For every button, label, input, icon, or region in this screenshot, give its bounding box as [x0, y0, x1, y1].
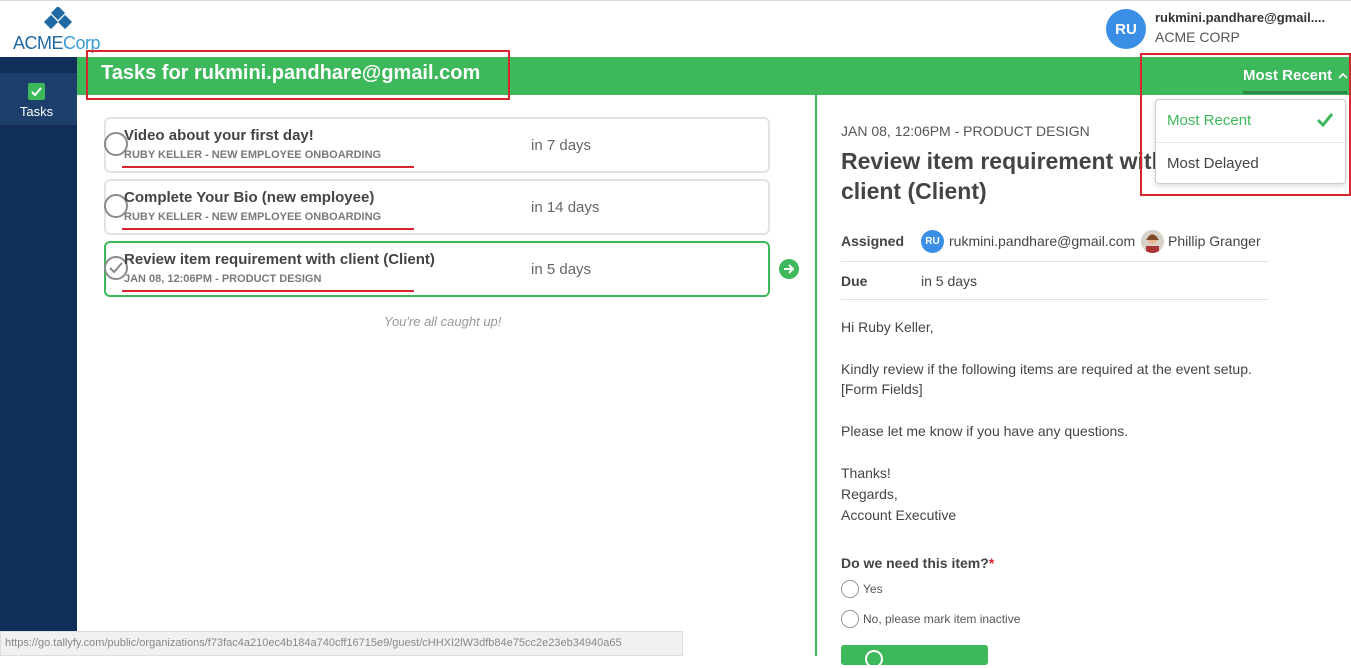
assignee-name: Phillip Granger — [1168, 233, 1261, 249]
complete-button[interactable] — [841, 645, 988, 668]
task-due: in 7 days — [531, 137, 592, 154]
person-avatar[interactable] — [1141, 230, 1164, 253]
assignee-email: rukmini.pandhare@gmail.com — [949, 233, 1136, 249]
sidebar: Tasks — [0, 57, 77, 656]
task-name: Review item requirement with client (Cli… — [124, 251, 435, 268]
task-due: in 14 days — [531, 199, 600, 216]
annotation-box-title — [86, 50, 510, 100]
task-due: in 5 days — [531, 261, 592, 278]
task-item[interactable]: Complete Your Bio (new employee) RUBY KE… — [104, 179, 770, 235]
user-menu[interactable]: RU rukmini.pandhare@gmail.... ACME CORP — [1106, 8, 1346, 52]
avatar: RU — [1106, 9, 1146, 49]
checkbox-icon — [28, 83, 45, 100]
assignee-avatar[interactable]: RU — [921, 230, 944, 253]
caught-up-message: You're all caught up! — [384, 314, 502, 329]
sidebar-item-label: Tasks — [19, 104, 54, 119]
check-icon — [109, 262, 123, 274]
divider — [841, 261, 1269, 262]
task-name: Video about your first day! — [124, 127, 314, 144]
due-label: Due — [841, 273, 868, 289]
body-line: [Form Fields] — [841, 381, 923, 397]
radio-yes[interactable] — [841, 580, 859, 598]
radio-no[interactable] — [841, 610, 859, 628]
task-item-selected[interactable]: Review item requirement with client (Cli… — [104, 241, 770, 297]
required-marker: * — [988, 555, 995, 571]
divider — [841, 299, 1269, 300]
circle-icon — [865, 650, 883, 668]
annotation-underline — [122, 166, 414, 168]
body-line: Kindly review if the following items are… — [841, 361, 1252, 377]
body-line: Thanks! — [841, 465, 891, 481]
top-header: ACMECorp RU rukmini.pandhare@gmail.... A… — [0, 0, 1351, 57]
sidebar-item-tasks[interactable]: Tasks — [0, 73, 77, 125]
task-item[interactable]: Video about your first day! RUBY KELLER … — [104, 117, 770, 173]
due-value: in 5 days — [921, 273, 978, 289]
body-line: Please let me know if you have any quest… — [841, 423, 1129, 439]
task-subtitle: RUBY KELLER - NEW EMPLOYEE ONBOARDING — [124, 211, 382, 223]
task-subtitle: JAN 08, 12:06PM - PRODUCT DESIGN — [124, 273, 322, 285]
assigned-label: Assigned — [841, 233, 905, 249]
body-line: Regards, — [841, 486, 898, 502]
panel-divider — [815, 95, 817, 656]
acme-logo[interactable]: ACMECorp — [12, 7, 112, 55]
task-subtitle: RUBY KELLER - NEW EMPLOYEE ONBOARDING — [124, 149, 382, 161]
form-question-label: Do we need this item?* — [841, 555, 995, 571]
open-task-arrow-button[interactable] — [779, 259, 799, 279]
radio-label-yes: Yes — [863, 582, 883, 596]
user-org: ACME CORP — [1155, 29, 1240, 45]
arrow-right-icon — [784, 264, 795, 274]
detail-meta: JAN 08, 12:06PM - PRODUCT DESIGN — [841, 123, 1090, 139]
detail-title: Review item requirement with client (Cli… — [841, 148, 1166, 204]
task-name: Complete Your Bio (new employee) — [124, 189, 375, 206]
annotation-box-dropdown — [1140, 53, 1351, 196]
person-photo-icon — [1141, 230, 1164, 253]
browser-status-bar: https://go.tallyfy.com/public/organizati… — [0, 631, 683, 656]
annotation-underline — [122, 290, 414, 292]
user-email: rukmini.pandhare@gmail.... — [1155, 10, 1326, 25]
annotation-underline — [122, 228, 414, 230]
body-line: Account Executive — [841, 507, 957, 523]
body-greeting: Hi Ruby Keller, — [841, 319, 934, 335]
radio-label-no: No, please mark item inactive — [863, 612, 1021, 626]
